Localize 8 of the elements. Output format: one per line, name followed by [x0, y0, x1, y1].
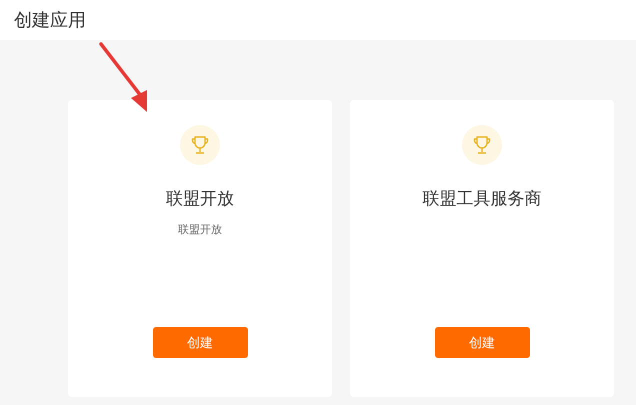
page-title: 创建应用 — [14, 9, 86, 32]
trophy-icon — [180, 125, 220, 165]
create-button[interactable]: 创建 — [434, 327, 530, 358]
trophy-icon — [462, 125, 502, 165]
card-description: 联盟开放 — [178, 222, 222, 237]
card-title: 联盟开放 — [166, 188, 234, 210]
create-button[interactable]: 创建 — [152, 327, 248, 358]
card-title: 联盟工具服务商 — [422, 188, 542, 210]
